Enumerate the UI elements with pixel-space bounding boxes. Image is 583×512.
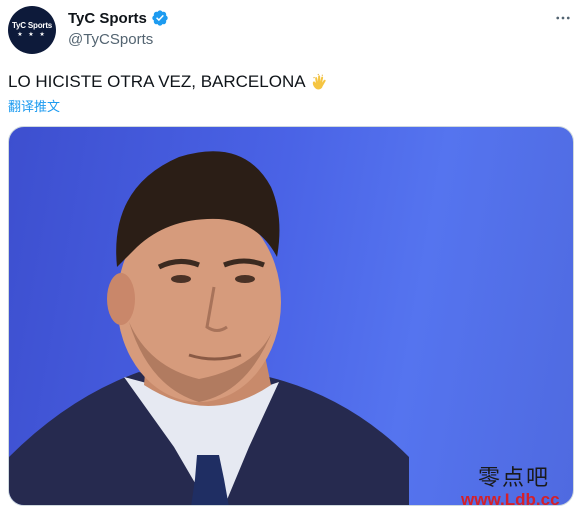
verified-badge-icon xyxy=(151,9,169,27)
author-display-name[interactable]: TyC Sports xyxy=(68,10,147,27)
avatar-stars: ★ ★ ★ xyxy=(17,32,47,38)
tweet-media-photo[interactable] xyxy=(8,126,574,506)
tweet-text-content: LO HICISTE OTRA VEZ, BARCELONA xyxy=(8,72,306,91)
author-handle[interactable]: @TyCSports xyxy=(68,31,153,48)
watermark-url: www.Ldb.cc xyxy=(461,490,560,509)
tweet-card[interactable]: TyC Sports ★ ★ ★ TyC Sports @TyCSports L… xyxy=(0,0,583,512)
translate-tweet-link[interactable]: 翻译推文 xyxy=(8,96,60,115)
watermark-chinese: 零点吧 xyxy=(478,466,551,491)
portrait-photo-icon xyxy=(9,151,409,505)
author-name-row: TyC Sports xyxy=(68,9,169,27)
tweet-text: LO HICISTE OTRA VEZ, BARCELONA xyxy=(8,72,330,92)
avatar-logo-text: TyC Sports xyxy=(11,21,53,30)
clapping-hands-icon xyxy=(310,72,330,92)
more-options-icon[interactable] xyxy=(553,8,573,28)
avatar[interactable]: TyC Sports ★ ★ ★ xyxy=(8,6,56,54)
